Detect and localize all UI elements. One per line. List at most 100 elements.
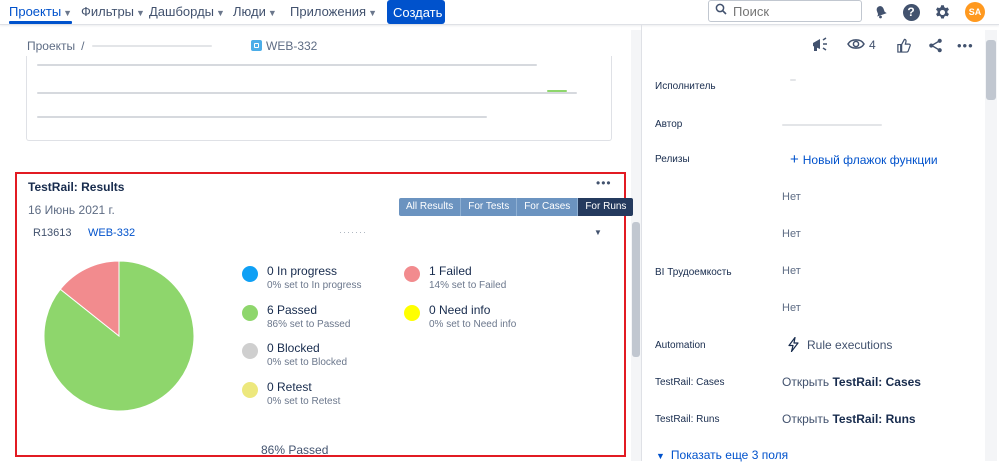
legend-retest-sub: 0% set to Retest — [267, 396, 341, 407]
field-reporter-label: Автор — [655, 119, 683, 130]
legend-need-info-label: 0 Need info — [429, 303, 491, 317]
nav-dashboards[interactable]: Дашборды ▼ — [149, 4, 225, 19]
more-options-icon[interactable]: ••• — [596, 176, 612, 190]
breadcrumb-issue-key[interactable]: WEB-332 — [266, 39, 317, 53]
rule-executions-label: Rule executions — [807, 338, 893, 352]
legend-in-progress-label: 0 In progress — [267, 264, 338, 278]
open-testrail-runs-link[interactable]: Открыть TestRail: Runs — [782, 412, 916, 426]
legend-need-info-dot — [404, 305, 420, 321]
field-value-none-3: Нет — [782, 302, 801, 314]
lightning-icon — [788, 336, 799, 355]
add-feature-flag-link[interactable]: + Новый флажок функции — [790, 151, 938, 168]
nav-people-label: Люди — [233, 4, 266, 19]
legend-passed: 6 Passed 86% set to Passed — [242, 303, 392, 337]
legend-failed-sub: 14% set to Failed — [429, 280, 507, 291]
blurred-assignee — [790, 79, 796, 81]
open-testrail-runs-target: TestRail: Runs — [832, 412, 916, 426]
plus-icon: + — [790, 151, 799, 168]
legend-retest: 0 Retest 0% set to Retest — [242, 380, 392, 414]
legend-failed: 1 Failed 14% set to Failed — [404, 264, 554, 298]
chevron-down-icon: ▼ — [267, 8, 277, 18]
top-navigation: Проекты ▼ Фильтры ▼ Дашборды ▼ Люди ▼ Прилож… — [0, 0, 999, 25]
legend-need-info-sub: 0% set to Need info — [429, 319, 517, 330]
add-feature-flag-label: Новый флажок функции — [802, 153, 938, 167]
legend-passed-sub: 86% set to Passed — [267, 319, 351, 330]
search-box[interactable] — [708, 0, 862, 22]
legend-in-progress: 0 In progress 0% set to In progress — [242, 264, 392, 298]
description-box — [26, 56, 612, 141]
chevron-down-icon: ▼ — [216, 8, 225, 18]
testrail-tabs: All Results For Tests For Cases For Runs — [399, 198, 634, 216]
nav-projects[interactable]: Проекты ▼ — [9, 4, 73, 24]
tab-for-runs[interactable]: For Runs — [578, 198, 634, 216]
blurred-reporter — [782, 124, 882, 126]
chevron-down-icon: ▼ — [368, 8, 377, 18]
column-divider — [641, 24, 642, 461]
field-bi-effort-label: BI Трудоемкость — [655, 267, 732, 278]
legend-in-progress-dot — [242, 266, 258, 282]
search-icon — [715, 3, 727, 18]
breadcrumb-projects[interactable]: Проекты — [27, 39, 75, 53]
legend-blocked-sub: 0% set to Blocked — [267, 357, 348, 368]
gear-icon[interactable] — [932, 2, 952, 22]
run-dropdown-caret-icon[interactable]: ▼ — [594, 228, 602, 237]
run-issue-link[interactable]: WEB-332 — [88, 227, 135, 239]
watchers-button[interactable]: 4 — [847, 36, 876, 54]
legend-passed-dot — [242, 305, 258, 321]
eye-icon — [847, 38, 865, 53]
search-input[interactable] — [731, 2, 860, 20]
tab-for-cases[interactable]: For Cases — [517, 198, 579, 216]
watchers-count: 4 — [869, 38, 876, 52]
results-pie-chart — [43, 260, 195, 412]
legend-need-info: 0 Need info 0% set to Need info — [404, 303, 554, 337]
nav-filters-label: Фильтры — [81, 4, 135, 19]
show-more-fields-button[interactable]: ▼ Показать еще 3 поля — [656, 448, 788, 462]
more-actions-icon[interactable]: ••• — [957, 36, 974, 54]
testrail-results-panel: TestRail: Results ••• 16 Июнь 2021 г. Al… — [15, 172, 634, 457]
nav-apps[interactable]: Приложения ▼ — [290, 4, 377, 19]
field-bi-effort-value: Нет — [782, 265, 801, 277]
field-assignee-label: Исполнитель — [655, 81, 716, 92]
blurred-run-name: ······· — [339, 227, 367, 237]
legend-retest-label: 0 Retest — [267, 380, 312, 394]
passed-summary: 86% Passed — [261, 443, 328, 457]
legend-in-progress-sub: 0% set to In progress — [267, 280, 362, 291]
blurred-project-name — [92, 45, 212, 47]
share-icon[interactable] — [928, 36, 943, 54]
tab-all-results[interactable]: All Results — [399, 198, 462, 216]
feedback-icon[interactable] — [811, 36, 829, 54]
legend-failed-label: 1 Failed — [429, 264, 472, 278]
rule-executions-link[interactable]: Rule executions — [788, 336, 893, 355]
open-testrail-cases-link[interactable]: Открыть TestRail: Cases — [782, 375, 921, 389]
field-automation-label: Automation — [655, 340, 706, 351]
help-icon[interactable]: ? — [901, 2, 921, 22]
passed-summary-label: Passed — [288, 443, 329, 457]
nav-filters[interactable]: Фильтры ▼ — [81, 4, 145, 19]
create-button[interactable]: Создать — [387, 0, 445, 24]
chevron-down-icon: ▼ — [63, 8, 73, 18]
field-value-none-1: Нет — [782, 191, 801, 203]
legend-blocked-dot — [242, 343, 258, 359]
passed-summary-percent: 86% — [261, 443, 286, 457]
legend-blocked-label: 0 Blocked — [267, 341, 320, 355]
testrail-date: 16 Июнь 2021 г. — [28, 203, 115, 217]
nav-apps-label: Приложения — [290, 4, 367, 19]
tab-for-tests[interactable]: For Tests — [461, 198, 518, 216]
nav-people[interactable]: Люди ▼ — [233, 4, 277, 19]
legend-passed-label: 6 Passed — [267, 303, 318, 317]
legend-blocked: 0 Blocked 0% set to Blocked — [242, 341, 392, 375]
notifications-icon[interactable] — [871, 2, 891, 22]
like-icon[interactable] — [896, 36, 911, 54]
nav-dashboards-label: Дашборды — [149, 4, 214, 19]
left-scrollbar-thumb[interactable] — [632, 222, 640, 357]
chevron-down-icon: ▼ — [136, 8, 145, 18]
field-testrail-cases-label: TestRail: Cases — [655, 377, 725, 388]
subtask-icon — [251, 40, 262, 51]
avatar[interactable]: SA — [965, 2, 985, 22]
right-scrollbar-thumb[interactable] — [986, 40, 996, 100]
testrail-title: TestRail: Results — [28, 180, 125, 194]
legend-retest-dot — [242, 382, 258, 398]
legend-failed-dot — [404, 266, 420, 282]
field-releases-label: Релизы — [655, 154, 690, 165]
run-id: R13613 — [33, 227, 72, 239]
